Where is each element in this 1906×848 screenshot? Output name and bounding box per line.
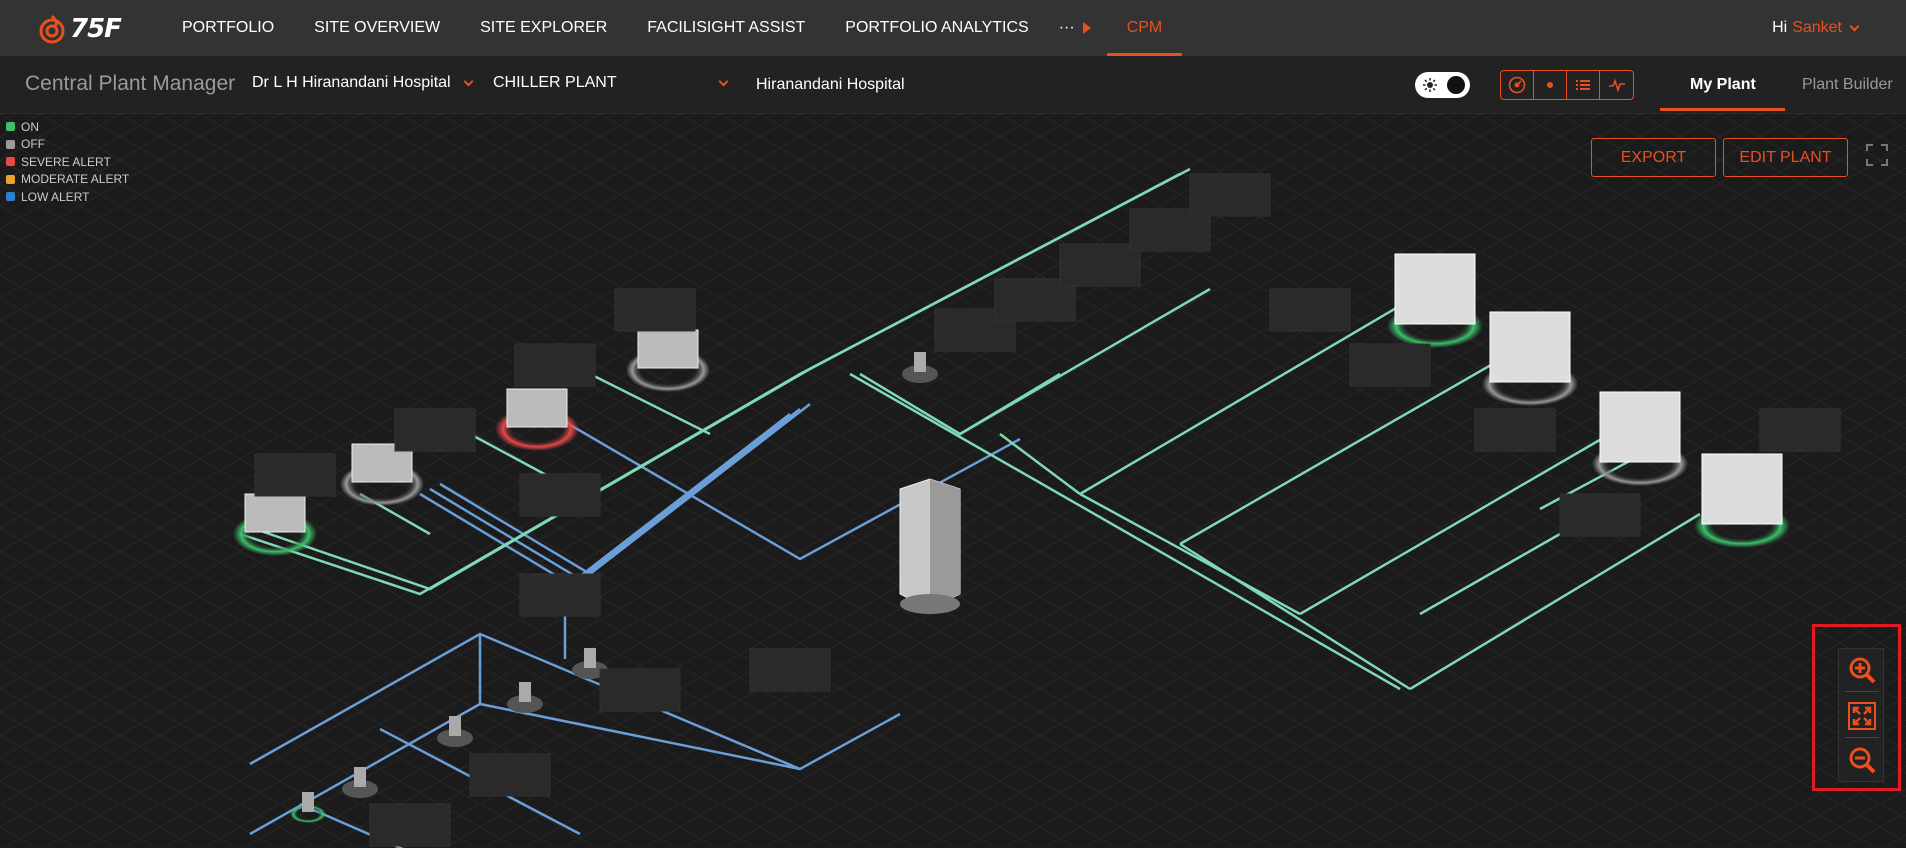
- user-name: Sanket: [1792, 19, 1842, 36]
- page-header: Central Plant Manager Dr L H Hiranandani…: [0, 56, 1906, 114]
- legend-item: ON: [6, 118, 129, 136]
- legend-label: LOW ALERT: [21, 189, 90, 204]
- nav-scroll-right-icon[interactable]: [1082, 22, 1091, 34]
- pulse-icon: [1608, 78, 1625, 93]
- zoom-divider: [1845, 691, 1879, 692]
- cooling-tower-4[interactable]: [1701, 453, 1783, 525]
- site-dropdown-value: Dr L H Hiranandani Hospital: [252, 74, 451, 91]
- list-icon: [1576, 80, 1590, 90]
- tab-plant-builder[interactable]: Plant Builder: [1802, 76, 1893, 94]
- top-navbar: 75F PORTFOLIO SITE OVERVIEW SITE EXPLORE…: [0, 0, 1906, 56]
- pump-7[interactable]: [519, 682, 531, 702]
- legend-item: MODERATE ALERT: [6, 171, 129, 189]
- view-mode-group: [1500, 70, 1634, 100]
- plant-dropdown[interactable]: CHILLER PLANT: [493, 74, 729, 92]
- legend-label: SEVERE ALERT: [21, 154, 111, 169]
- nav-item-portfolio[interactable]: PORTFOLIO: [162, 0, 294, 56]
- nav-menu: PORTFOLIO SITE OVERVIEW SITE EXPLORER FA…: [162, 0, 1183, 56]
- view-list-button[interactable]: [1567, 71, 1600, 99]
- legend-item: SEVERE ALERT: [6, 153, 129, 171]
- building[interactable]: [899, 478, 961, 614]
- sun-icon: [1423, 78, 1437, 92]
- nav-item-site-overview[interactable]: SITE OVERVIEW: [294, 0, 460, 56]
- flame-logo-icon: [39, 14, 65, 44]
- plant-dropdown-value: CHILLER PLANT: [493, 74, 617, 91]
- zoom-in-icon[interactable]: [1847, 655, 1877, 685]
- chiller-1[interactable]: [244, 493, 306, 533]
- legend-off-swatch: [6, 139, 15, 149]
- pump-6[interactable]: [584, 648, 596, 668]
- logo-text: 75F: [70, 14, 122, 44]
- cooling-tower-3[interactable]: [1599, 391, 1681, 463]
- chiller-4[interactable]: [637, 329, 699, 369]
- legend-low-swatch: [6, 192, 15, 202]
- export-button[interactable]: EXPORT: [1591, 138, 1716, 177]
- logo[interactable]: 75F: [38, 14, 128, 44]
- nav-more-button[interactable]: ···: [1049, 0, 1079, 56]
- site-label: Hiranandani Hospital: [756, 76, 905, 93]
- zoom-divider: [1845, 737, 1879, 738]
- legend-item: OFF: [6, 136, 129, 154]
- active-tab-indicator: [1660, 108, 1785, 111]
- legend-item: LOW ALERT: [6, 188, 129, 206]
- user-menu[interactable]: Hi Sanket: [1772, 0, 1860, 56]
- pump-8[interactable]: [449, 716, 461, 736]
- zoom-out-icon[interactable]: [1847, 745, 1877, 775]
- view-trend-button[interactable]: [1600, 71, 1633, 99]
- view-dashboard-button[interactable]: [1501, 71, 1534, 99]
- tab-my-plant[interactable]: My Plant: [1690, 76, 1756, 94]
- plant-diagram: [0, 114, 1906, 848]
- plant-canvas[interactable]: ON OFF SEVERE ALERT MODERATE ALERT LOW A…: [0, 114, 1906, 848]
- fullscreen-icon[interactable]: [1866, 144, 1888, 166]
- chevron-down-icon: [463, 76, 474, 86]
- nav-item-site-explorer[interactable]: SITE EXPLORER: [460, 0, 627, 56]
- fit-screen-icon[interactable]: [1847, 701, 1877, 731]
- cooling-tower-1[interactable]: [1394, 253, 1476, 325]
- chiller-3[interactable]: [506, 388, 568, 428]
- legend-severe-swatch: [6, 157, 15, 167]
- chevron-down-icon: [1849, 21, 1860, 31]
- cooling-tower-2[interactable]: [1489, 311, 1571, 383]
- edit-plant-button[interactable]: EDIT PLANT: [1723, 138, 1848, 177]
- legend-label: MODERATE ALERT: [21, 172, 130, 187]
- nav-item-facilisight-assist[interactable]: FACILISIGHT ASSIST: [627, 0, 825, 56]
- nav-item-cpm[interactable]: CPM: [1106, 0, 1183, 56]
- chevron-down-icon: [718, 76, 729, 86]
- site-dropdown[interactable]: Dr L H Hiranandani Hospital: [252, 74, 474, 92]
- zoom-controls: [1838, 648, 1884, 782]
- greeting: Hi: [1772, 19, 1788, 36]
- theme-toggle[interactable]: [1415, 72, 1470, 98]
- view-dot-button[interactable]: [1534, 71, 1567, 99]
- nav-item-portfolio-analytics[interactable]: PORTFOLIO ANALYTICS: [825, 0, 1048, 56]
- legend-label: ON: [21, 119, 39, 134]
- pump-10[interactable]: [302, 792, 314, 812]
- page-title: Central Plant Manager: [25, 72, 236, 95]
- toggle-knob: [1447, 76, 1465, 94]
- legend-moderate-swatch: [6, 174, 15, 184]
- legend-label: OFF: [21, 137, 45, 152]
- status-legend: ON OFF SEVERE ALERT MODERATE ALERT LOW A…: [6, 118, 129, 206]
- dot-icon: [1547, 82, 1553, 88]
- pump-9[interactable]: [354, 767, 366, 787]
- pump-1[interactable]: [914, 352, 926, 372]
- dashboard-icon: [1508, 76, 1526, 94]
- legend-on-swatch: [6, 122, 15, 132]
